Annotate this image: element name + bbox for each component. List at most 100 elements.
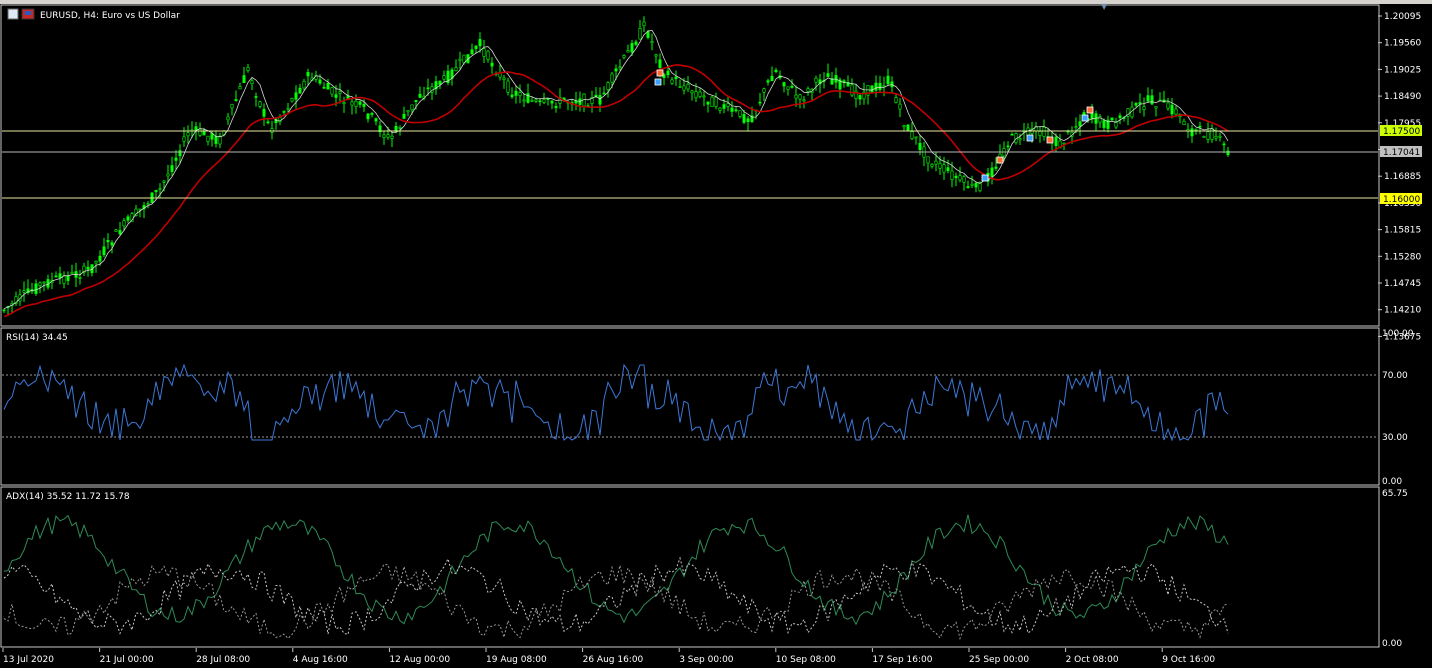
candle-body	[806, 88, 810, 92]
candle-body	[770, 75, 774, 82]
trade-marker-icon[interactable]	[1086, 106, 1094, 114]
candle-body	[894, 97, 898, 103]
price-axis-label: 1.14745	[1384, 279, 1421, 289]
candle-body	[254, 96, 258, 98]
candle-body	[1110, 117, 1114, 121]
chart-shift-icon[interactable]: ▼	[1101, 2, 1108, 11]
candle-body	[738, 110, 742, 117]
candle-body	[942, 164, 946, 173]
candle-body	[1222, 143, 1226, 146]
rsi-axis-0: 0.00	[1382, 477, 1402, 487]
trade-marker-icon[interactable]	[656, 69, 664, 77]
trade-marker-icon[interactable]	[981, 174, 989, 182]
candle-body	[682, 85, 686, 91]
level-lower-value: 1.16000	[1383, 195, 1420, 205]
candle-body	[710, 96, 714, 107]
candle-body	[686, 84, 690, 90]
candle-body	[86, 266, 90, 270]
candle-body	[78, 277, 82, 279]
candle-body	[538, 100, 542, 103]
candle-body	[1190, 128, 1194, 137]
candle-body	[1218, 135, 1222, 138]
candle-body	[286, 107, 290, 110]
trade-marker-icon[interactable]	[654, 78, 662, 86]
candle-body	[798, 94, 802, 100]
candle-body	[442, 75, 446, 80]
main-chart-frame[interactable]	[0, 4, 1380, 327]
candle-body	[486, 50, 490, 60]
candle-body	[962, 176, 966, 183]
price-axis: 1.200951.195601.190251.184901.179551.174…	[1378, 12, 1421, 342]
trade-marker-icon[interactable]	[996, 156, 1004, 164]
candle-body	[138, 208, 142, 211]
time-axis: 13 Jul 2020 21 Jul 00:00 28 Jul 08:00 4 Aug…	[2, 648, 1215, 665]
trade-marker-icon[interactable]	[1046, 136, 1054, 144]
chart-symbol-label: EURUSD, H4: Euro vs US Dollar	[40, 11, 180, 21]
rsi-label: RSI(14) 34.45	[6, 333, 68, 343]
candle-body	[58, 273, 62, 279]
candle-body	[614, 68, 618, 72]
candle-body	[270, 128, 274, 133]
candle-body	[1198, 125, 1202, 128]
candle-body	[1206, 131, 1210, 140]
trading-terminal: EURUSD, H4: Euro vs US Dollar ▼ 1.20095 1…	[0, 0, 1432, 668]
candle-body	[318, 79, 322, 84]
candle-body	[226, 116, 230, 121]
candle-body	[122, 220, 126, 227]
candle-body	[102, 246, 106, 256]
candle-body	[554, 106, 558, 109]
candle-body	[358, 101, 362, 105]
candle-body	[858, 95, 862, 100]
candle-body	[158, 188, 162, 190]
candle-body	[690, 90, 694, 94]
time-axis-label: 4 Aug 16:00	[293, 655, 348, 665]
candle-body	[402, 113, 406, 119]
candle-body	[206, 135, 210, 142]
candle-body	[958, 175, 962, 181]
candle-body	[178, 150, 182, 157]
candle-body	[326, 83, 330, 90]
candle-body	[1042, 126, 1046, 137]
candle-body	[974, 182, 978, 188]
candle-body	[342, 102, 346, 104]
adx-label: ADX(14) 35.52 11.72 15.78	[6, 492, 130, 502]
candle-body	[734, 109, 738, 112]
candle-body	[334, 94, 338, 98]
adx-axis-min: 0.00	[1382, 639, 1402, 649]
current-price-tag: 1.17041	[1380, 146, 1422, 158]
candle-body	[1174, 108, 1178, 115]
candle-body	[526, 93, 530, 103]
candle-body	[666, 70, 670, 76]
candle-body	[510, 94, 514, 98]
candle-body	[514, 90, 518, 96]
candle-body	[398, 127, 402, 129]
candle-body	[1182, 120, 1186, 125]
candle-body	[702, 95, 706, 98]
time-axis-label: 26 Aug 16:00	[583, 655, 644, 665]
price-axis-label: 1.14210	[1384, 306, 1421, 316]
adx-frame[interactable]	[0, 486, 1380, 648]
price-axis-label: 1.19025	[1384, 65, 1421, 75]
candle-body	[170, 165, 174, 172]
rsi-frame[interactable]	[0, 327, 1380, 486]
trade-marker-icon[interactable]	[1081, 114, 1089, 122]
candle-body	[282, 111, 286, 113]
candle-body	[62, 275, 66, 284]
candle-body	[306, 72, 310, 77]
candle-body	[262, 108, 266, 117]
candle-body	[114, 229, 118, 232]
candle-body	[726, 103, 730, 107]
candle-body	[1214, 136, 1218, 139]
candle-body	[42, 281, 46, 284]
trade-marker-icon[interactable]	[1026, 134, 1034, 142]
candle-body	[542, 99, 546, 103]
candle-body	[166, 173, 170, 177]
candle-body	[722, 104, 726, 109]
candle-body	[174, 157, 178, 161]
level-upper-tag: 1.17500	[1380, 125, 1422, 137]
candle-body	[674, 76, 678, 80]
candle-body	[258, 101, 262, 107]
level-upper-value: 1.17500	[1383, 127, 1420, 137]
candle-body	[546, 98, 550, 100]
candle-body	[1194, 129, 1198, 131]
